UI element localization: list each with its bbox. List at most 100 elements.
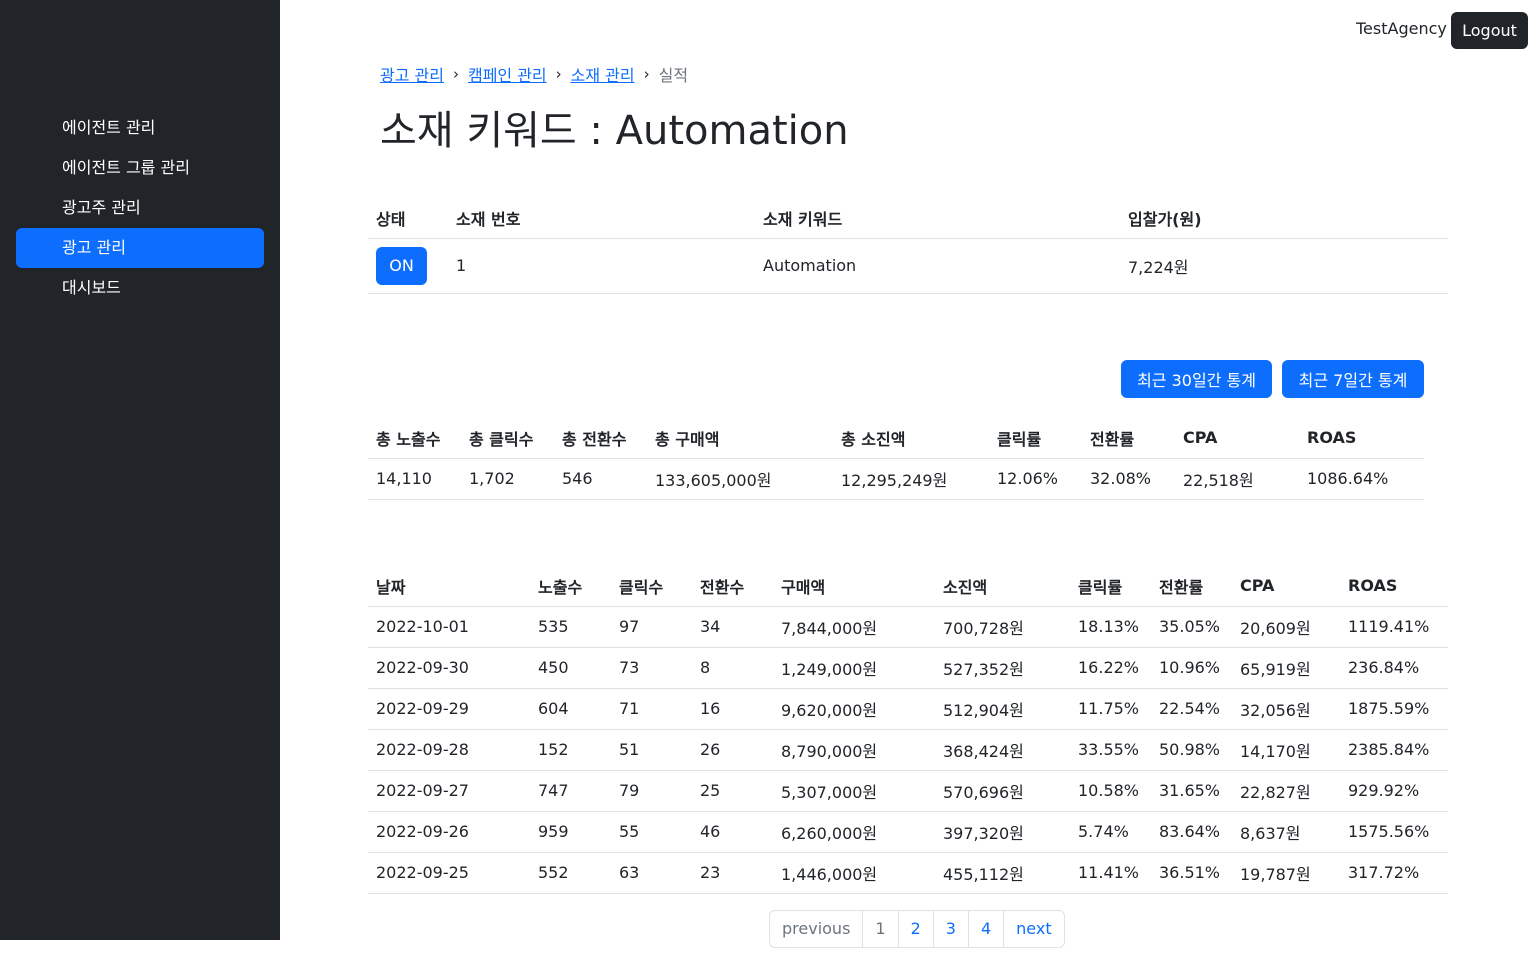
pagination-page-4[interactable]: 4 bbox=[967, 911, 1003, 947]
table-cell: 2022-09-28 bbox=[368, 729, 530, 771]
breadcrumb-separator-icon: › bbox=[643, 65, 650, 83]
table-cell: 455,112원 bbox=[935, 852, 1070, 894]
table-cell: 8,790,000원 bbox=[773, 729, 935, 771]
table-cell: 552 bbox=[530, 852, 611, 894]
table-cell: 50.98% bbox=[1151, 729, 1232, 771]
table-cell: 1119.41% bbox=[1340, 606, 1448, 648]
pagination-next[interactable]: next bbox=[1003, 911, 1063, 947]
table-row: 2022-09-25 552 63 23 1,446,000원 455,112원… bbox=[368, 852, 1448, 894]
column-header: 총 구매액 bbox=[647, 418, 833, 459]
table-cell: 397,320원 bbox=[935, 811, 1070, 853]
table-cell: 22,827원 bbox=[1232, 770, 1340, 812]
table-cell: 19,787원 bbox=[1232, 852, 1340, 894]
column-header: 총 클릭수 bbox=[461, 418, 554, 459]
column-header: 소재 번호 bbox=[448, 198, 755, 239]
table-cell: 23 bbox=[692, 852, 773, 894]
column-header: 클릭률 bbox=[1070, 566, 1151, 607]
sidebar: 에이전트 관리 에이전트 그룹 관리 광고주 관리 광고 관리 대시보드 bbox=[0, 0, 280, 940]
last-7-days-stats-button[interactable]: 최근 7일간 통계 bbox=[1282, 360, 1424, 398]
table-cell: 16.22% bbox=[1070, 647, 1151, 689]
table-header-row: 날짜 노출수 클릭수 전환수 구매액 소진액 클릭률 전환률 CPA ROAS bbox=[368, 566, 1448, 607]
table-cell: 6,260,000원 bbox=[773, 811, 935, 853]
status-cell: ON bbox=[368, 238, 448, 294]
table-row: ON 1 Automation 7,224원 bbox=[368, 238, 1448, 294]
column-header: 총 전환수 bbox=[554, 418, 647, 459]
table-cell: 1,249,000원 bbox=[773, 647, 935, 689]
column-header: 총 노출수 bbox=[368, 418, 461, 459]
breadcrumb-separator-icon: › bbox=[555, 65, 562, 83]
table-cell: 700,728원 bbox=[935, 606, 1070, 648]
table-cell: 8 bbox=[692, 647, 773, 689]
pagination-page-3[interactable]: 3 bbox=[932, 911, 968, 947]
creative-number-cell: 1 bbox=[448, 238, 755, 294]
table-cell: 18.13% bbox=[1070, 606, 1151, 648]
last-30-days-stats-button[interactable]: 최근 30일간 통계 bbox=[1121, 360, 1272, 398]
pagination-previous[interactable]: previous bbox=[770, 911, 862, 947]
column-header: 전환률 bbox=[1082, 418, 1175, 459]
table-cell: 1086.64% bbox=[1299, 458, 1424, 500]
table-row: 2022-09-30 450 73 8 1,249,000원 527,352원 … bbox=[368, 647, 1448, 689]
breadcrumb-link-campaign-management[interactable]: 캠페인 관리 bbox=[468, 62, 547, 86]
table-cell: 65,919원 bbox=[1232, 647, 1340, 689]
pagination: previous 1 2 3 4 next bbox=[769, 910, 1065, 948]
table-cell: 10.96% bbox=[1151, 647, 1232, 689]
pagination-page-2[interactable]: 2 bbox=[897, 911, 933, 947]
table-cell: 22,518원 bbox=[1175, 458, 1299, 500]
table-cell: 535 bbox=[530, 606, 611, 648]
bid-price-cell: 7,224원 bbox=[1120, 238, 1448, 294]
breadcrumb: 광고 관리 › 캠페인 관리 › 소재 관리 › 실적 bbox=[380, 62, 688, 86]
column-header: CPA bbox=[1232, 566, 1340, 607]
table-cell: 36.51% bbox=[1151, 852, 1232, 894]
column-header: 클릭률 bbox=[989, 418, 1082, 459]
column-header: 입찰가(원) bbox=[1120, 198, 1448, 239]
table-cell: 83.64% bbox=[1151, 811, 1232, 853]
sidebar-item-agent-group-management[interactable]: 에이전트 그룹 관리 bbox=[16, 148, 264, 188]
logout-button[interactable]: Logout bbox=[1451, 12, 1528, 49]
table-cell: 22.54% bbox=[1151, 688, 1232, 730]
table-cell: 11.41% bbox=[1070, 852, 1151, 894]
column-header: 클릭수 bbox=[611, 566, 692, 607]
column-header: 노출수 bbox=[530, 566, 611, 607]
table-cell: 5,307,000원 bbox=[773, 770, 935, 812]
column-header: 전환수 bbox=[692, 566, 773, 607]
table-cell: 2022-09-27 bbox=[368, 770, 530, 812]
table-cell: 2022-09-26 bbox=[368, 811, 530, 853]
table-row: 2022-10-01 535 97 34 7,844,000원 700,728원… bbox=[368, 606, 1448, 648]
status-toggle-button[interactable]: ON bbox=[376, 246, 427, 285]
table-row: 2022-09-27 747 79 25 5,307,000원 570,696원… bbox=[368, 770, 1448, 812]
table-cell: 97 bbox=[611, 606, 692, 648]
pagination-page-1[interactable]: 1 bbox=[862, 911, 897, 947]
table-cell: 51 bbox=[611, 729, 692, 771]
table-cell: 46 bbox=[692, 811, 773, 853]
table-cell: 35.05% bbox=[1151, 606, 1232, 648]
sidebar-item-advertiser-management[interactable]: 광고주 관리 bbox=[16, 188, 264, 228]
column-header: CPA bbox=[1175, 418, 1299, 459]
table-cell: 152 bbox=[530, 729, 611, 771]
breadcrumb-link-creative-management[interactable]: 소재 관리 bbox=[571, 62, 635, 86]
table-cell: 7,844,000원 bbox=[773, 606, 935, 648]
column-header: 소진액 bbox=[935, 566, 1070, 607]
sidebar-item-ad-management[interactable]: 광고 관리 bbox=[16, 228, 264, 268]
table-cell: 25 bbox=[692, 770, 773, 812]
page-title: 소재 키워드 : Automation bbox=[380, 108, 849, 154]
column-header: 소재 키워드 bbox=[755, 198, 1120, 239]
table-cell: 317.72% bbox=[1340, 852, 1448, 894]
breadcrumb-link-ad-management[interactable]: 광고 관리 bbox=[380, 62, 444, 86]
creative-keyword-cell: Automation bbox=[755, 238, 1120, 294]
table-cell: 14,110 bbox=[368, 458, 461, 500]
sidebar-menu: 에이전트 관리 에이전트 그룹 관리 광고주 관리 광고 관리 대시보드 bbox=[16, 108, 264, 308]
table-cell: 73 bbox=[611, 647, 692, 689]
table-cell: 63 bbox=[611, 852, 692, 894]
creative-info-table: 상태 소재 번호 소재 키워드 입찰가(원) ON 1 Automation 7… bbox=[368, 198, 1448, 294]
column-header: 상태 bbox=[368, 198, 448, 239]
table-cell: 2022-09-25 bbox=[368, 852, 530, 894]
sidebar-item-dashboard[interactable]: 대시보드 bbox=[16, 268, 264, 308]
table-cell: 604 bbox=[530, 688, 611, 730]
table-row: 14,110 1,702 546 133,605,000원 12,295,249… bbox=[368, 458, 1424, 500]
table-cell: 2022-09-30 bbox=[368, 647, 530, 689]
sidebar-item-agent-management[interactable]: 에이전트 관리 bbox=[16, 108, 264, 148]
table-cell: 747 bbox=[530, 770, 611, 812]
totals-table: 총 노출수 총 클릭수 총 전환수 총 구매액 총 소진액 클릭률 전환률 CP… bbox=[368, 418, 1424, 500]
table-cell: 5.74% bbox=[1070, 811, 1151, 853]
column-header: 구매액 bbox=[773, 566, 935, 607]
